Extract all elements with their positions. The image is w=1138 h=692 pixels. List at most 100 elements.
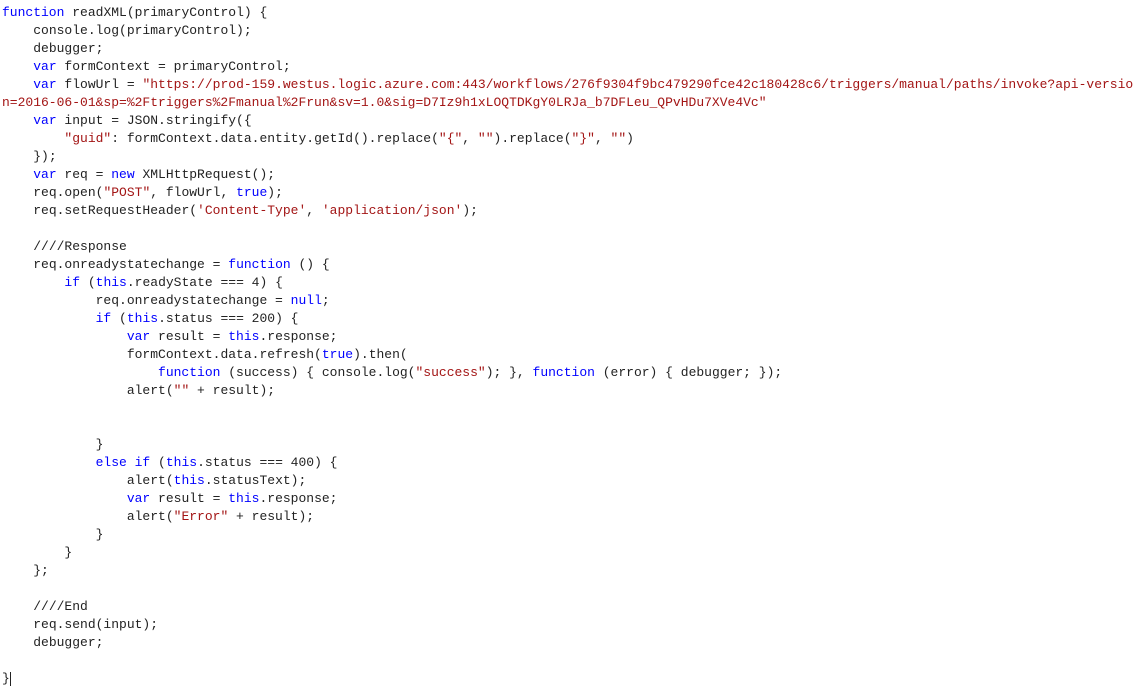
string-lit: "{" (439, 131, 462, 146)
fn-name: readXML (72, 5, 127, 20)
keyword-this: this (166, 455, 197, 470)
code-text: ( (111, 311, 127, 326)
code-text: ).replace( (494, 131, 572, 146)
code-text: .response; (259, 329, 337, 344)
code-text: ); (267, 185, 283, 200)
code-text: ( (150, 455, 166, 470)
code-text: .response; (259, 491, 337, 506)
code-indent (2, 329, 127, 344)
string-lit: "" (174, 383, 190, 398)
keyword-var: var (33, 113, 56, 128)
string-url: "https://prod-159.westus.logic.azure.com… (2, 77, 1133, 110)
code-indent (2, 167, 33, 182)
code-text: ( (80, 275, 96, 290)
keyword-function: function (533, 365, 595, 380)
code-text: formContext = primaryControl; (57, 59, 291, 74)
code-text: alert( (2, 509, 174, 524)
string-lit: 'application/json' (322, 203, 462, 218)
keyword-var: var (33, 167, 56, 182)
code-text: (error) { debugger; }); (595, 365, 782, 380)
code-text: + result); (189, 383, 275, 398)
keyword-if: if (96, 311, 112, 326)
keyword-this: this (228, 491, 259, 506)
code-line: } (2, 527, 103, 542)
keyword-var: var (33, 59, 56, 74)
string-lit: "" (611, 131, 627, 146)
code-text: .statusText); (205, 473, 306, 488)
code-text: formContext.data.refresh( (2, 347, 322, 362)
code-indent (2, 77, 33, 92)
code-line: } (2, 545, 72, 560)
code-text: req.setRequestHeader( (2, 203, 197, 218)
keyword-true: true (236, 185, 267, 200)
code-line: }); (2, 149, 57, 164)
code-line: } (2, 671, 10, 686)
code-line: console.log(primaryControl); (2, 23, 252, 38)
code-text: () { (291, 257, 330, 272)
code-text: req.onreadystatechange = (2, 257, 228, 272)
keyword-this: this (174, 473, 205, 488)
code-text: + result); (228, 509, 314, 524)
keyword-this: this (228, 329, 259, 344)
string-lit: "success" (416, 365, 486, 380)
code-text: ) (626, 131, 634, 146)
keyword-var: var (33, 77, 56, 92)
code-text: req = (57, 167, 112, 182)
code-text: flowUrl = (57, 77, 143, 92)
code-comment: ////Response (2, 239, 127, 254)
code-text: alert( (2, 473, 174, 488)
keyword-null: null (291, 293, 322, 308)
string-lit: "POST" (103, 185, 150, 200)
code-text: (success) { console.log( (220, 365, 415, 380)
code-indent (2, 113, 33, 128)
code-text: , (306, 203, 322, 218)
keyword-var: var (127, 491, 150, 506)
keyword-true: true (322, 347, 353, 362)
code-text: : formContext.data.entity.getId().replac… (111, 131, 439, 146)
code-text: , flowUrl, (150, 185, 236, 200)
string-lit: 'Content-Type' (197, 203, 306, 218)
code-indent (2, 59, 33, 74)
keyword-if: if (64, 275, 80, 290)
code-line: }; (2, 563, 49, 578)
keyword-new: new (111, 167, 134, 182)
keyword-function: function (228, 257, 290, 272)
code-text: , (462, 131, 478, 146)
keyword-function: function (158, 365, 220, 380)
code-text: .status === 200) { (158, 311, 298, 326)
code-line: debugger; (2, 41, 103, 56)
code-text: ); (462, 203, 478, 218)
code-indent (2, 311, 96, 326)
code-text: alert( (2, 383, 174, 398)
string-lit: "" (478, 131, 494, 146)
string-lit: "Error" (174, 509, 229, 524)
code-text: result = (150, 491, 228, 506)
text-caret-icon (10, 672, 11, 686)
code-line: req.send(input); (2, 617, 158, 632)
code-text: , (595, 131, 611, 146)
code-line: debugger; (2, 635, 103, 650)
code-line: } (2, 437, 103, 452)
code-block[interactable]: function readXML(primaryControl) { conso… (0, 0, 1138, 692)
keyword-function: function (2, 5, 64, 20)
code-text: .status === 400) { (197, 455, 337, 470)
code-indent (2, 365, 158, 380)
code-text: result = (150, 329, 228, 344)
code-indent (2, 491, 127, 506)
keyword-var: var (127, 329, 150, 344)
fn-param: primaryControl (135, 5, 244, 20)
code-text: req.open( (2, 185, 103, 200)
keyword-this: this (96, 275, 127, 290)
code-indent (2, 131, 64, 146)
code-indent (2, 275, 64, 290)
code-text: req.onreadystatechange = (2, 293, 291, 308)
code-comment: ////End (2, 599, 88, 614)
string-key: "guid" (64, 131, 111, 146)
code-text: .readyState === 4) { (127, 275, 283, 290)
keyword-this: this (127, 311, 158, 326)
code-text: ; (322, 293, 330, 308)
string-lit: "}" (572, 131, 595, 146)
code-text: ); }, (486, 365, 533, 380)
keyword-elseif: else if (96, 455, 151, 470)
code-text: XMLHttpRequest(); (135, 167, 275, 182)
